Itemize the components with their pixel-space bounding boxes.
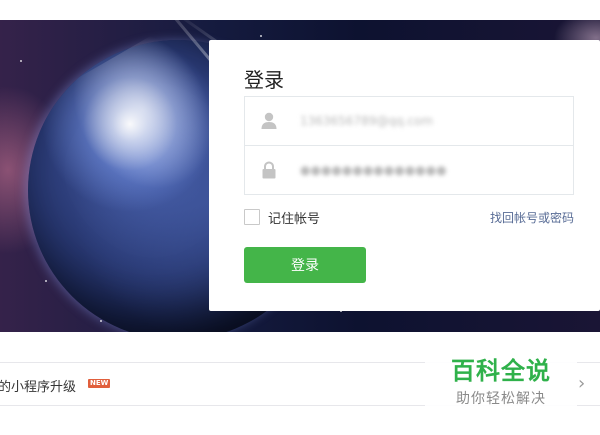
login-fields: [244, 96, 574, 195]
remember-label: 记住帐号: [268, 211, 321, 227]
lock-icon: [262, 161, 276, 179]
password-input[interactable]: [300, 154, 560, 186]
remember-checkbox[interactable]: [244, 209, 260, 225]
password-field[interactable]: [245, 146, 573, 195]
user-icon: [261, 112, 277, 129]
remember-account[interactable]: 记住帐号: [244, 208, 321, 227]
login-button[interactable]: 登录: [244, 247, 366, 283]
login-card: 登录 记住帐号 找回帐号或密码 登录: [209, 40, 600, 311]
watermark-subtitle: 助你轻松解决: [456, 391, 546, 407]
watermark-title: 百科全说: [451, 357, 551, 385]
account-input[interactable]: [300, 105, 560, 137]
account-field[interactable]: [245, 97, 573, 146]
forgot-password-link[interactable]: 找回帐号或密码: [490, 209, 574, 226]
watermark: 百科全说 助你轻松解决: [425, 346, 577, 410]
chevron-right-icon[interactable]: ›: [578, 373, 585, 395]
new-badge: NEW: [88, 379, 111, 388]
login-title: 登录: [244, 68, 284, 92]
notice-text: 的小程序升级: [0, 380, 77, 395]
